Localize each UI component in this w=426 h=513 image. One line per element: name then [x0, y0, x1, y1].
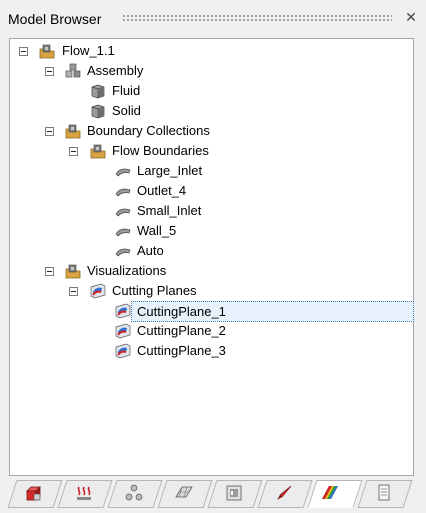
- cutting-plane-icon: [115, 303, 131, 319]
- tree-item-label: Large_Inlet: [137, 163, 203, 178]
- tree-item-visualizations[interactable]: Visualizations: [10, 261, 400, 281]
- tree-item-outlet-4[interactable]: Outlet_4: [10, 181, 400, 201]
- heat-flow-tab-icon: [74, 483, 94, 503]
- browser-tab-bar: [0, 477, 426, 513]
- drag-handle[interactable]: [122, 14, 392, 22]
- tree-item-flow-boundaries[interactable]: Flow Boundaries: [10, 141, 400, 161]
- tree-item-cutting-planes[interactable]: Cutting Planes: [10, 281, 400, 301]
- tree-item-label: Boundary Collections: [87, 123, 210, 138]
- tree-item-large-inlet[interactable]: Large_Inlet: [10, 161, 400, 181]
- boundary-folder-icon: [90, 143, 106, 159]
- collapse-toggle-icon[interactable]: [69, 147, 78, 156]
- report-tab-icon: [374, 483, 394, 503]
- tree-item-auto[interactable]: Auto: [10, 241, 400, 261]
- solid-body-icon: [90, 103, 106, 119]
- geometry-tab-icon: [24, 483, 44, 503]
- tree-item-label: Wall_5: [137, 223, 177, 238]
- flow-model-icon: [39, 43, 55, 59]
- tree-item-boundary-collections[interactable]: Boundary Collections: [10, 121, 400, 141]
- boundary-tab-icon: [274, 483, 294, 503]
- panel-header: Model Browser ✕: [0, 0, 426, 36]
- boundary-folder-icon: [65, 123, 81, 139]
- assembly-icon: [65, 63, 81, 79]
- tree-item-label: Cutting Planes: [112, 283, 197, 298]
- cutting-plane-icon: [90, 283, 106, 299]
- tree-item-flow[interactable]: Flow_1.1: [10, 41, 400, 61]
- tree-item-label: CuttingPlane_2: [137, 323, 226, 338]
- tree-item-solid[interactable]: Solid: [10, 101, 400, 121]
- tree-item-cuttingplane-1[interactable]: CuttingPlane_1: [115, 301, 414, 322]
- tree-item-label: Flow Boundaries: [112, 143, 209, 158]
- visualization-folder-icon: [65, 263, 81, 279]
- tree-item-label: Outlet_4: [137, 183, 187, 198]
- boundary-surface-icon: [115, 163, 131, 179]
- tree-item-label: Auto: [137, 243, 164, 258]
- collapse-toggle-icon[interactable]: [19, 47, 28, 56]
- cutting-plane-icon: [115, 343, 131, 359]
- material-tab-icon: [224, 483, 244, 503]
- boundary-surface-icon: [115, 183, 131, 199]
- tree-item-wall-5[interactable]: Wall_5: [10, 221, 400, 241]
- tree-item-label: CuttingPlane_1: [137, 304, 226, 319]
- tree-item-label: Visualizations: [87, 263, 167, 278]
- assembly-tab-icon: [124, 483, 144, 503]
- tree-item-cuttingplane-3[interactable]: CuttingPlane_3: [10, 341, 400, 361]
- contour-tab-icon: [320, 483, 340, 503]
- collapse-toggle-icon[interactable]: [45, 127, 54, 136]
- tree-item-label: CuttingPlane_3: [137, 343, 226, 358]
- surface-tab-icon: [174, 483, 194, 503]
- model-tree: Flow_1.1 Assembly Fluid Solid Boundary C…: [9, 38, 414, 476]
- collapse-toggle-icon[interactable]: [45, 67, 54, 76]
- tree-item-label: Fluid: [112, 83, 141, 98]
- panel-title: Model Browser: [8, 11, 102, 27]
- tree-item-label: Small_Inlet: [137, 203, 202, 218]
- tree-item-label: Assembly: [87, 63, 144, 78]
- boundary-surface-icon: [115, 203, 131, 219]
- solid-body-icon: [90, 83, 106, 99]
- close-icon[interactable]: ✕: [403, 8, 419, 26]
- tree-item-fluid[interactable]: Fluid: [10, 81, 400, 101]
- collapse-toggle-icon[interactable]: [69, 287, 78, 296]
- boundary-surface-icon: [115, 243, 131, 259]
- collapse-toggle-icon[interactable]: [45, 267, 54, 276]
- tree-item-cuttingplane-2[interactable]: CuttingPlane_2: [10, 321, 400, 341]
- cutting-plane-icon: [115, 323, 131, 339]
- tree-item-assembly[interactable]: Assembly: [10, 61, 400, 81]
- tree-item-small-inlet[interactable]: Small_Inlet: [10, 201, 400, 221]
- tree-item-label: Flow_1.1: [62, 43, 115, 58]
- tree-item-label: Solid: [112, 103, 141, 118]
- boundary-surface-icon: [115, 223, 131, 239]
